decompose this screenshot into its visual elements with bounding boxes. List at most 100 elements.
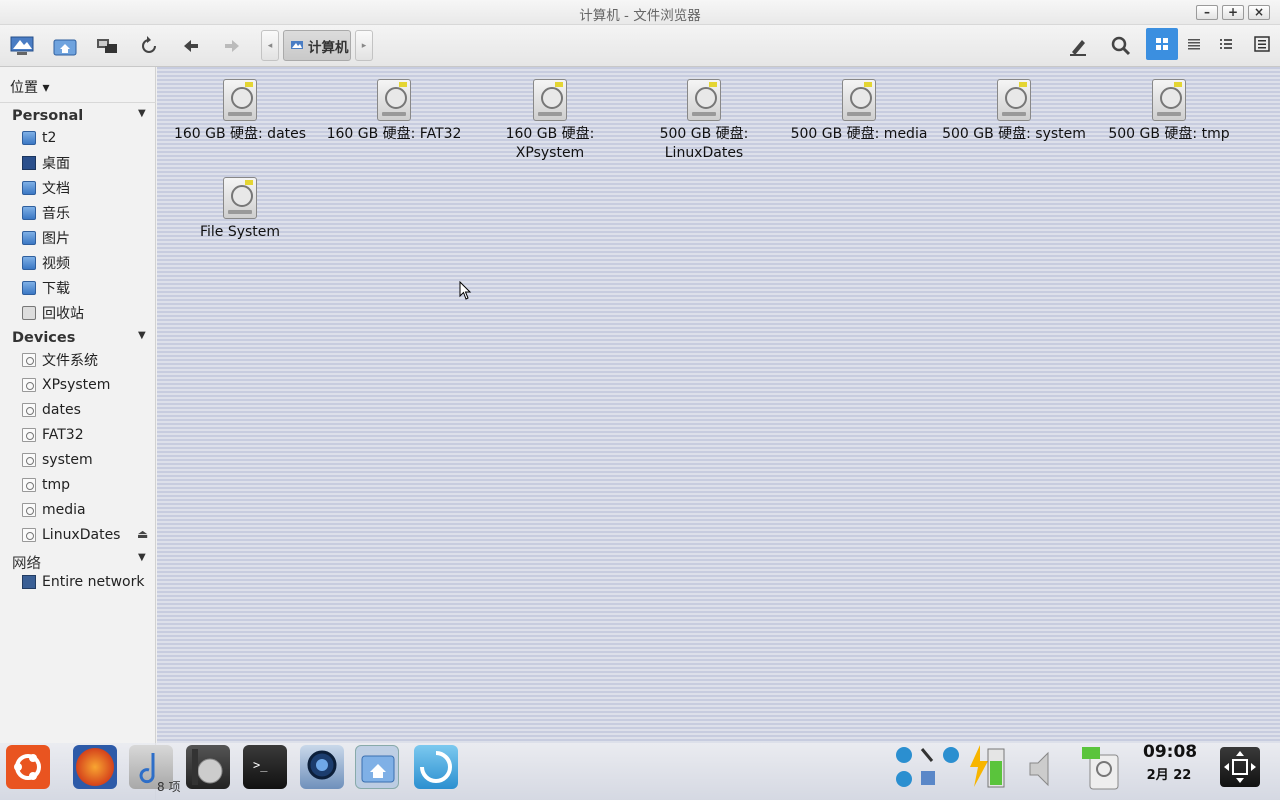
sidebar-item-entire-network[interactable]: Entire network [22, 571, 152, 593]
drive-item[interactable]: 500 GB 硬盘: tmp [1094, 79, 1244, 144]
menu-icon [1254, 36, 1270, 52]
breadcrumb-computer[interactable]: 计算机 [283, 30, 351, 61]
section-personal[interactable]: Personal ▼ [12, 108, 146, 124]
reload-button[interactable] [135, 33, 163, 59]
section-network[interactable]: 网络 ▼ [12, 552, 146, 573]
section-devices[interactable]: Devices ▼ [12, 330, 146, 346]
file-view[interactable]: 160 GB 硬盘: dates 160 GB 硬盘: FAT32 160 GB… [157, 67, 1280, 743]
sidebar-item-downloads[interactable]: 下载 [22, 277, 152, 299]
search-button[interactable] [1107, 33, 1135, 59]
sidebar-item-label: system [42, 452, 93, 468]
screenshot-tool-launcher[interactable] [300, 745, 344, 789]
sidebar-item-label: 文件系统 [42, 353, 98, 369]
sidebar-item-pictures[interactable]: 图片 [22, 227, 152, 249]
expose-button[interactable] [1220, 747, 1260, 787]
sidebar-item-tmp[interactable]: tmp [22, 474, 152, 496]
ubuntu-launcher[interactable] [6, 745, 50, 789]
search-icon [1111, 36, 1131, 56]
clock[interactable]: 09:08 2月 22 [1143, 742, 1197, 783]
home-button[interactable] [51, 33, 79, 59]
sidebar-item-documents[interactable]: 文档 [22, 177, 152, 199]
window-title: 计算机 - 文件浏览器 [579, 8, 701, 24]
computer-icon [291, 40, 303, 49]
firefox-launcher[interactable] [73, 745, 117, 789]
downloads-folder-icon [22, 281, 36, 295]
sidebar-item-music[interactable]: 音乐 [22, 202, 152, 224]
collapse-triangle-icon[interactable]: ▼ [138, 108, 146, 119]
icon-view-button[interactable] [1146, 28, 1178, 60]
drive-item[interactable]: 160 GB 硬盘: dates [165, 79, 315, 144]
sidebar-item-fat32[interactable]: FAT32 [22, 424, 152, 446]
sidebar-item-videos[interactable]: 视频 [22, 252, 152, 274]
network-button[interactable] [93, 33, 121, 59]
computer-button[interactable] [8, 33, 36, 59]
sidebar-item-desktop[interactable]: 桌面 [22, 152, 152, 174]
tray-indicators[interactable] [894, 745, 964, 791]
drive-mount-indicator[interactable] [1080, 743, 1124, 791]
swirl-icon [420, 751, 452, 783]
menu-button[interactable] [1246, 28, 1278, 60]
drive-label: File System [199, 224, 281, 240]
collapse-triangle-icon[interactable]: ▼ [138, 552, 146, 563]
music-folder-icon [22, 206, 36, 220]
maximize-button[interactable]: + [1222, 5, 1244, 20]
home-folder-icon [53, 39, 77, 56]
sidebar-item-xpsystem[interactable]: XPsystem [22, 374, 152, 396]
sidebar-item-linuxdates[interactable]: LinuxDates [22, 524, 152, 546]
file-manager-launcher[interactable] [355, 745, 399, 789]
home-folder-icon [22, 131, 36, 145]
sidebar-item-media[interactable]: media [22, 499, 152, 521]
arrow-left-icon [184, 40, 198, 52]
back-button[interactable] [177, 33, 205, 59]
sidebar-item-filesystem[interactable]: 文件系统 [22, 349, 152, 371]
sidebar-item-t2[interactable]: t2 [22, 127, 152, 149]
sidebar-item-label: media [42, 502, 86, 518]
hard-drive-icon [22, 403, 36, 417]
drive-label: 500 GB 硬盘: tmp [1108, 126, 1230, 142]
app-launcher[interactable] [414, 745, 458, 789]
list-view-button[interactable] [1178, 28, 1210, 60]
section-network-label: 网络 [12, 556, 41, 572]
sidebar-item-label: tmp [42, 477, 71, 493]
hard-drive-icon [842, 79, 876, 121]
terminal-launcher[interactable]: >_ [243, 745, 287, 789]
drive-label: 160 GB 硬盘: [505, 126, 595, 142]
drive-item[interactable]: 500 GB 硬盘: LinuxDates [629, 79, 779, 163]
hard-drive-icon [22, 528, 36, 542]
drive-label: 500 GB 硬盘: [659, 126, 749, 142]
breadcrumb-scroll-left[interactable]: ◂ [261, 30, 279, 61]
sync-icon [896, 747, 959, 787]
forward-button[interactable] [218, 33, 246, 59]
volume-indicator[interactable] [1024, 747, 1064, 791]
hard-drive-icon [22, 428, 36, 442]
section-personal-label: Personal [12, 108, 84, 124]
sidebar-item-dates[interactable]: dates [22, 399, 152, 421]
trash-icon [22, 306, 36, 320]
network-icon [22, 575, 36, 589]
sidebar-item-system[interactable]: system [22, 449, 152, 471]
compact-view-button[interactable] [1210, 28, 1242, 60]
hard-drive-icon [22, 503, 36, 517]
sidebar-item-label: 桌面 [42, 156, 70, 172]
drive-item[interactable]: 160 GB 硬盘: FAT32 [319, 79, 469, 144]
battery-indicator[interactable] [966, 743, 1010, 791]
breadcrumb-scroll-right[interactable]: ▸ [355, 30, 373, 61]
places-dropdown[interactable]: 位置 ▾ [10, 77, 49, 97]
sidebar-item-label: XPsystem [42, 377, 111, 393]
pictures-folder-icon [22, 231, 36, 245]
collapse-triangle-icon[interactable]: ▼ [138, 330, 146, 341]
minimize-button[interactable]: – [1196, 5, 1218, 20]
hard-drive-icon [22, 478, 36, 492]
drive-item[interactable]: 500 GB 硬盘: system [939, 79, 1089, 144]
drive-item[interactable]: File System [165, 177, 315, 242]
home-folder-icon [361, 755, 395, 783]
edit-location-button[interactable] [1064, 33, 1092, 59]
sidebar-divider [0, 102, 156, 103]
eject-icon[interactable]: ⏏ [137, 527, 148, 541]
sidebar-item-trash[interactable]: 回收站 [22, 302, 152, 324]
video-editor-launcher[interactable] [186, 745, 230, 789]
drive-item[interactable]: 500 GB 硬盘: media [784, 79, 934, 144]
aperture-icon [307, 750, 337, 780]
drive-item[interactable]: 160 GB 硬盘: XPsystem [475, 79, 625, 163]
close-button[interactable]: × [1248, 5, 1270, 20]
